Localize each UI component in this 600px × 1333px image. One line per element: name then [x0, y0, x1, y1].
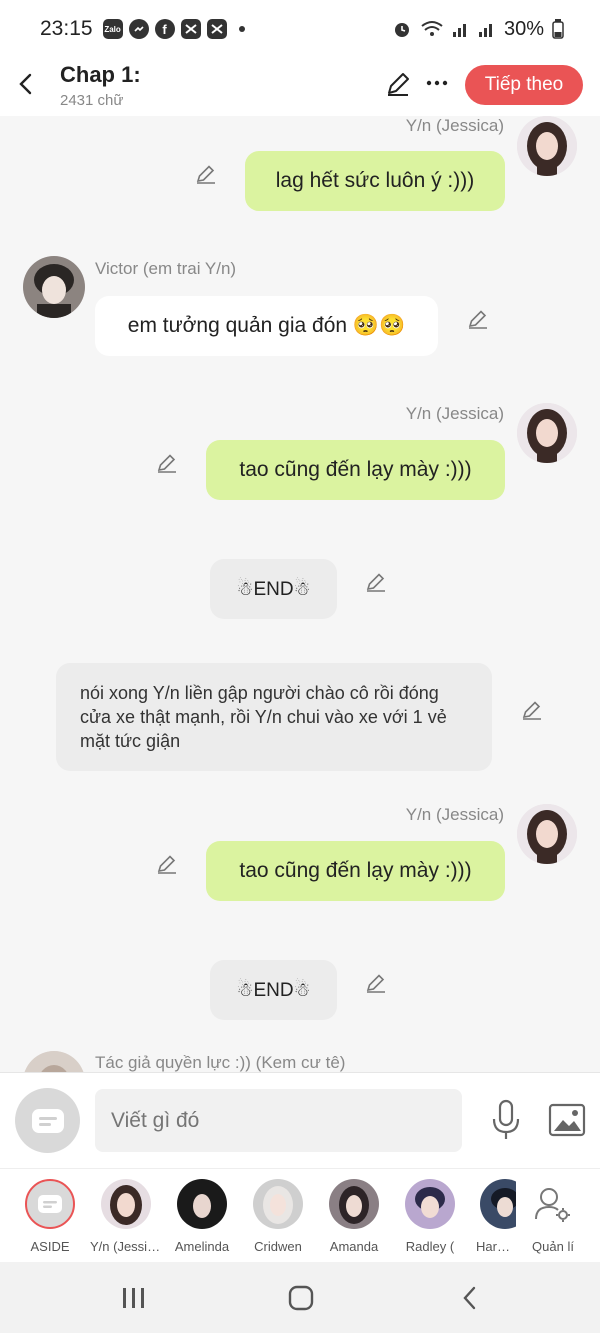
more-options-button[interactable]: [424, 68, 450, 98]
message-input-bar: [0, 1072, 600, 1168]
character-avatar: [329, 1179, 379, 1229]
pencil-icon: [157, 855, 176, 874]
edit-message-button[interactable]: [155, 852, 179, 876]
character-avatar: [101, 1179, 151, 1229]
capcut-icon: [180, 19, 201, 39]
home-button[interactable]: [281, 1282, 321, 1314]
pencil-icon: [468, 310, 487, 329]
pencil-icon: [196, 165, 215, 184]
pencil-icon: [388, 73, 409, 96]
message-bubble[interactable]: tao cũng đến lạy mày :))): [206, 440, 505, 500]
pencil-icon: [522, 701, 541, 720]
message-input[interactable]: [95, 1089, 462, 1152]
back-arrow-icon: [463, 1286, 476, 1310]
character-manage-button[interactable]: Quản lí: [517, 1179, 589, 1254]
narration-bubble[interactable]: nói xong Y/n liền gập người chào cô rồi …: [56, 663, 492, 771]
character-label: Y/n (Jessica): [90, 1239, 162, 1254]
character-avatar: [253, 1179, 303, 1229]
aside-bubble[interactable]: ☃END☃: [210, 960, 337, 1020]
character-selector: ASIDE Y/n (Jessica) Amelinda Cridwen Ama…: [0, 1168, 600, 1262]
image-icon: [548, 1103, 586, 1137]
edit-message-button[interactable]: [364, 971, 388, 995]
sender-name: Victor (em trai Y/n): [95, 259, 237, 278]
aside-toggle-button[interactable]: [15, 1088, 80, 1153]
edit-message-button[interactable]: [194, 162, 218, 186]
chevron-left-icon: [19, 73, 32, 95]
character-aside[interactable]: ASIDE: [14, 1179, 86, 1254]
messenger-icon: [128, 19, 149, 39]
aside-bubble[interactable]: ☃END☃: [210, 559, 337, 619]
microphone-button[interactable]: [490, 1099, 522, 1141]
alarm-icon: [394, 23, 409, 37]
signal-icon: [452, 24, 466, 37]
status-bar: 23:15 Zalo f 30%: [0, 0, 600, 58]
microphone-icon: [492, 1099, 520, 1139]
message-bubble[interactable]: lag hết sức luôn ý :))): [245, 151, 505, 211]
character-label: Cridwen: [254, 1239, 302, 1254]
character-radley[interactable]: Radley (: [394, 1179, 466, 1254]
character-avatar: [177, 1179, 227, 1229]
edit-title-button[interactable]: [384, 70, 412, 98]
facebook-icon: f: [154, 19, 175, 39]
avatar-jessica[interactable]: [517, 804, 577, 864]
character-label: Radley (: [405, 1239, 455, 1254]
aside-icon: [31, 1108, 64, 1133]
message-bubble[interactable]: em tưởng quản gia đón 🥺🥺: [95, 296, 438, 356]
signal-icon: [478, 24, 492, 37]
pencil-icon: [366, 974, 385, 993]
recent-apps-icon: [123, 1288, 144, 1308]
chapter-title: Chap 1:: [60, 62, 141, 87]
character-label: Amanda: [329, 1239, 379, 1254]
pencil-icon: [366, 573, 385, 592]
manage-characters-icon: [528, 1179, 578, 1229]
pencil-icon: [157, 454, 176, 473]
system-nav-bar: [0, 1262, 600, 1333]
character-label: Harvey: [476, 1239, 516, 1254]
sender-name: Tác giả quyền lực :)) (Kem cư tê): [95, 1053, 346, 1072]
character-amanda[interactable]: Amanda: [318, 1179, 390, 1254]
character-avatar: [480, 1179, 516, 1229]
more-horizontal-icon: [426, 80, 448, 86]
home-icon: [288, 1285, 314, 1311]
zalo-icon: Zalo: [102, 19, 123, 39]
message-bubble[interactable]: tao cũng đến lạy mày :))): [206, 841, 505, 901]
wifi-icon: [421, 21, 443, 36]
character-label: Amelinda: [174, 1239, 230, 1254]
notification-icons: Zalo f: [102, 19, 227, 39]
sender-name: Y/n (Jessica): [405, 404, 504, 423]
capcut-icon: [206, 19, 227, 39]
edit-message-button[interactable]: [364, 570, 388, 594]
next-chapter-button[interactable]: Tiếp theo: [465, 65, 583, 105]
edit-message-button[interactable]: [520, 698, 544, 722]
battery-icon: [552, 19, 564, 39]
avatar-jessica[interactable]: [517, 403, 577, 463]
more-notifications-dot: [238, 26, 245, 32]
back-button[interactable]: [10, 64, 40, 104]
character-amelinda[interactable]: Amelinda: [166, 1179, 238, 1254]
edit-message-button[interactable]: [155, 451, 179, 475]
chat-area[interactable]: Y/n (Jessica) lag hết sức luôn ý :))) Vi…: [0, 116, 600, 1072]
character-avatar: [405, 1179, 455, 1229]
character-cridwen[interactable]: Cridwen: [242, 1179, 314, 1254]
character-label: ASIDE: [30, 1239, 70, 1254]
system-icons: 30%: [392, 18, 564, 41]
battery-percent: 30%: [503, 17, 544, 40]
sender-name: Y/n (Jessica): [405, 805, 504, 824]
avatar-victor[interactable]: [23, 256, 85, 318]
edit-message-button[interactable]: [466, 307, 490, 331]
aside-icon: [25, 1179, 75, 1229]
recent-apps-button[interactable]: [114, 1282, 154, 1314]
nav-back-button[interactable]: [449, 1282, 489, 1314]
status-time: 23:15: [40, 17, 93, 40]
sender-name: Y/n (Jessica): [405, 116, 504, 135]
avatar-author[interactable]: [23, 1051, 85, 1072]
character-harvey[interactable]: Harvey: [466, 1179, 516, 1254]
chapter-header: Chap 1: 2431 chữ Tiếp theo: [0, 58, 600, 116]
avatar-jessica[interactable]: [517, 116, 577, 176]
image-upload-button[interactable]: [548, 1103, 586, 1137]
character-jessica[interactable]: Y/n (Jessica): [90, 1179, 162, 1254]
character-label: Quản lí: [532, 1239, 574, 1254]
word-count: 2431 chữ: [60, 92, 124, 109]
